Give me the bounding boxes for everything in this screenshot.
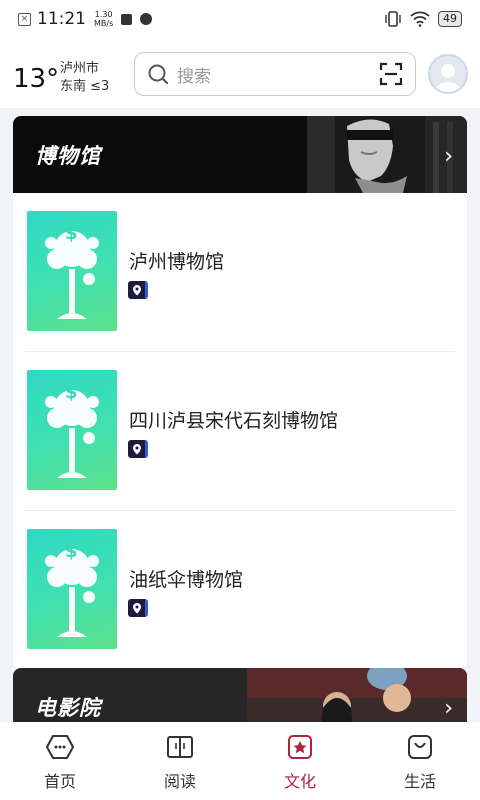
city-name: 泸州市 [60,61,100,76]
bottom-tab-bar: 首页 阅读 文化 生活 [0,722,480,800]
notification-icon: × [18,12,31,26]
museum-list: $ 泸州博物馆 $ 四川泸县宋代石刻博物馆 $ 油纸伞博物馆 [13,193,467,670]
status-bar: × 11:21 1.30 MB/s 49 [0,0,480,38]
search-input[interactable]: 搜索 [177,62,211,87]
tab-life[interactable]: 生活 [360,722,480,800]
tab-reading[interactable]: 阅读 [120,722,240,800]
chevron-right-icon[interactable]: › [444,144,453,169]
statue-photo [307,116,467,193]
location-pin-icon[interactable] [128,440,148,458]
top-header: 13° 泸州市 东南 ≤3 搜索 [0,38,480,108]
money-tree-icon: $ [45,541,99,637]
tab-label: 生活 [403,772,436,791]
chevron-right-icon[interactable]: › [444,696,453,721]
tab-home[interactable]: 首页 [0,722,120,800]
museum-thumbnail: $ [27,211,117,331]
tab-label: 首页 [43,772,76,791]
museum-item[interactable]: $ 四川泸县宋代石刻博物馆 [25,352,455,511]
wind-info: 东南 ≤3 [60,79,110,94]
status-time: 11:21 [37,9,86,29]
life-bag-icon [408,735,432,759]
svg-text:$: $ [65,223,78,244]
museum-name: 四川泸县宋代石刻博物馆 [129,410,339,432]
tab-culture[interactable]: 文化 [240,722,360,800]
museum-banner[interactable]: 博物馆 › [13,116,467,193]
wifi-icon [410,11,430,27]
money-tree-icon: $ [45,382,99,478]
battery-indicator: 49 [438,11,462,27]
book-icon [167,736,193,758]
museum-thumbnail: $ [27,529,117,649]
weather-location[interactable]: 泸州市 东南 ≤3 [60,60,109,96]
avatar-icon [434,64,462,92]
network-speed-unit: MB/s [94,19,114,28]
app-notification-icon [121,13,133,25]
svg-text:$: $ [65,382,78,403]
money-tree-icon: $ [45,223,99,319]
cinema-card: 电影院 › [13,668,467,728]
temperature[interactable]: 13° [13,64,59,94]
browser-notification-icon [140,13,153,25]
cinema-section-title: 电影院 [35,696,101,720]
network-speed-value: 1.30 [94,10,113,19]
search-icon [148,64,169,85]
svg-text:$: $ [65,541,78,562]
museum-name: 泸州博物馆 [129,251,225,273]
museum-item[interactable]: $ 油纸伞博物馆 [25,511,455,670]
museum-thumbnail: $ [27,370,117,490]
cinema-photo [247,668,467,728]
scan-icon[interactable] [379,62,403,86]
tab-label: 文化 [283,772,316,791]
museum-section-title: 博物馆 [35,144,101,168]
tab-label: 阅读 [163,772,196,791]
network-speed: 1.30 MB/s [94,10,113,28]
museum-item[interactable]: $ 泸州博物馆 [25,193,455,352]
user-avatar[interactable] [428,54,468,94]
cinema-banner[interactable]: 电影院 › [13,668,467,728]
museum-name: 油纸伞博物馆 [129,569,244,591]
location-pin-icon[interactable] [128,599,148,617]
vibrate-icon [385,11,401,27]
culture-star-icon [288,735,312,759]
museum-card: 博物馆 › $ 泸州博物馆 $ 四川泸县宋代石刻博物馆 $ 油纸伞博物馆 [13,116,467,670]
location-pin-icon[interactable] [128,281,148,299]
home-icon [46,735,74,759]
search-bar[interactable]: 搜索 [134,52,416,96]
